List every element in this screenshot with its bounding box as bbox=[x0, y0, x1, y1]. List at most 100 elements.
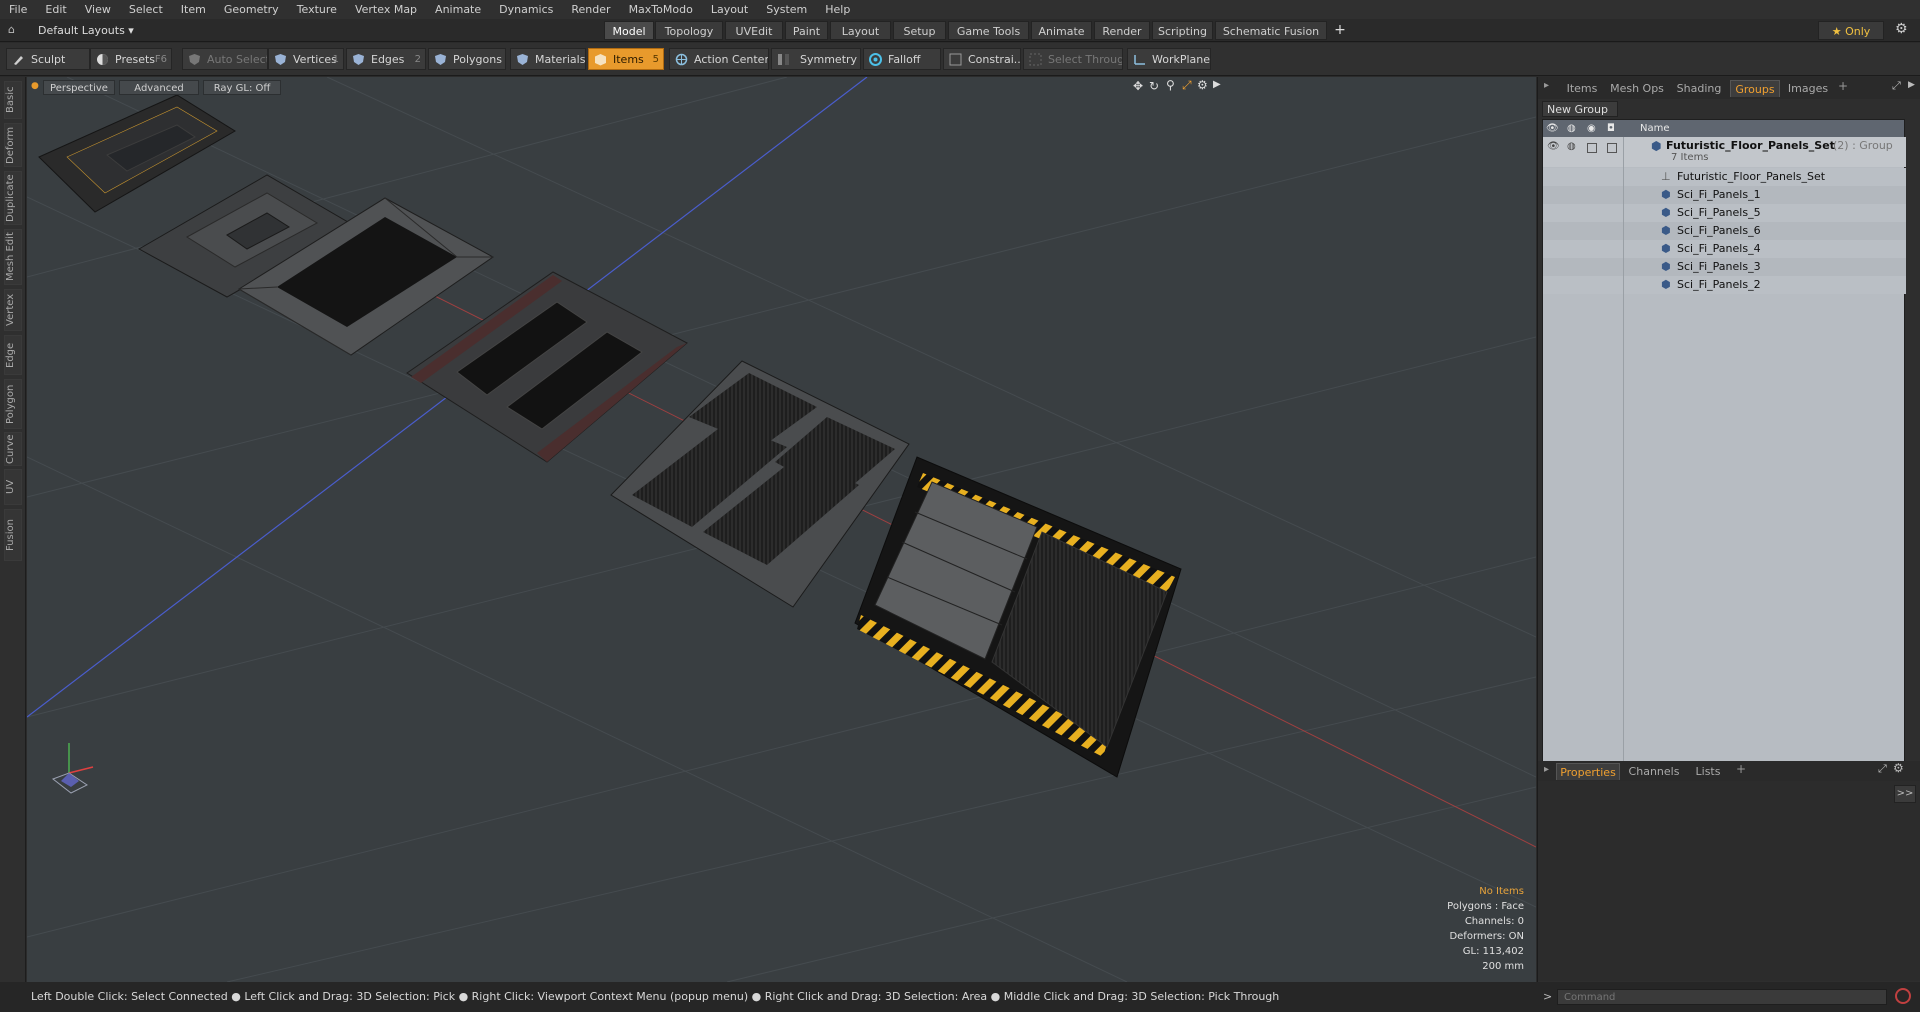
layout-tab-paint[interactable]: Paint bbox=[785, 21, 828, 40]
menu-help[interactable]: Help bbox=[816, 0, 859, 19]
bottom-panel-menu-icon[interactable]: ▸ bbox=[1544, 764, 1549, 775]
tab-lists[interactable]: Lists bbox=[1688, 763, 1728, 780]
group-render-icon[interactable]: ◍ bbox=[1567, 138, 1576, 156]
viewport-settings-icon[interactable]: ⚙ bbox=[1197, 78, 1208, 92]
menu-view[interactable]: View bbox=[76, 0, 120, 19]
list-item[interactable]: ⬢ Sci_Fi_Panels_1 bbox=[1543, 186, 1906, 204]
list-item[interactable]: ⬢ Sci_Fi_Panels_6 bbox=[1543, 222, 1906, 240]
zoom-icon[interactable]: ⚲ bbox=[1166, 78, 1175, 92]
home-icon[interactable]: ⌂ bbox=[8, 23, 15, 36]
layout-tab-setup[interactable]: Setup bbox=[893, 21, 946, 40]
list-header: 👁 ◍ ◉ ◘ Name bbox=[1543, 120, 1904, 137]
list-item[interactable]: ⬢ Sci_Fi_Panels_2 bbox=[1543, 276, 1906, 294]
left-tab-mesh-edit[interactable]: Mesh Edit bbox=[4, 229, 22, 285]
menu-geometry[interactable]: Geometry bbox=[215, 0, 288, 19]
perspective-button[interactable]: Perspective bbox=[43, 80, 115, 95]
layout-selector[interactable]: Default Layouts ▾ bbox=[30, 22, 142, 39]
menu-maxtomodo[interactable]: MaxToModo bbox=[620, 0, 702, 19]
layout-tab-topology[interactable]: Topology bbox=[655, 21, 723, 40]
settings-gear-icon[interactable]: ⚙ bbox=[1895, 21, 1908, 37]
workplane-button[interactable]: WorkPlane bbox=[1127, 48, 1211, 70]
status-bar: Left Double Click: Select Connected ● Le… bbox=[0, 982, 1537, 1012]
presets-button[interactable]: Presets F6 bbox=[90, 48, 172, 70]
falloff-button[interactable]: Falloff bbox=[863, 48, 941, 70]
symmetry-button[interactable]: Symmetry bbox=[771, 48, 861, 70]
polygons-button[interactable]: Polygons bbox=[428, 48, 506, 70]
tab-properties[interactable]: Properties bbox=[1556, 763, 1620, 780]
panel-menu-icon[interactable]: ▸ bbox=[1544, 80, 1549, 91]
auto-select-button[interactable]: Auto Select bbox=[182, 48, 268, 70]
left-tab-uv[interactable]: UV bbox=[4, 469, 22, 505]
left-tab-deform[interactable]: Deform bbox=[4, 123, 22, 167]
group-lock-box[interactable] bbox=[1587, 143, 1597, 153]
left-tab-polygon[interactable]: Polygon bbox=[4, 379, 22, 429]
group-visibility-icon[interactable]: 👁 bbox=[1547, 138, 1560, 156]
add-bottom-tab-icon[interactable]: + bbox=[1736, 762, 1746, 776]
materials-button[interactable]: Materials bbox=[510, 48, 586, 70]
menu-layout[interactable]: Layout bbox=[702, 0, 757, 19]
layout-tab-uvedit[interactable]: UVEdit bbox=[725, 21, 783, 40]
list-item[interactable]: ⬢ Sci_Fi_Panels_3 bbox=[1543, 258, 1906, 276]
layout-tab-schematic-fusion[interactable]: Schematic Fusion bbox=[1215, 21, 1327, 40]
list-item[interactable]: ⬢ Sci_Fi_Panels_5 bbox=[1543, 204, 1906, 222]
layout-tab-model[interactable]: Model bbox=[604, 21, 654, 40]
forward-button[interactable]: >> bbox=[1894, 785, 1916, 803]
command-input[interactable] bbox=[1557, 989, 1887, 1005]
vertices-button[interactable]: Vertices 1 bbox=[268, 48, 344, 70]
action-center-button[interactable]: Action Center bbox=[669, 48, 769, 70]
layout-tab-game-tools[interactable]: Game Tools bbox=[948, 21, 1029, 40]
group-select-box[interactable] bbox=[1607, 143, 1617, 153]
menu-system[interactable]: System bbox=[757, 0, 816, 19]
tab-channels[interactable]: Channels bbox=[1624, 763, 1684, 780]
add-tab-icon[interactable]: + bbox=[1838, 79, 1848, 93]
menu-vertex-map[interactable]: Vertex Map bbox=[346, 0, 426, 19]
menu-file[interactable]: File bbox=[0, 0, 36, 19]
left-tab-vertex[interactable]: Vertex bbox=[4, 289, 22, 331]
group-row[interactable]: 👁 ◍ ⬢ Futuristic_Floor_Panels_Set (2) : … bbox=[1543, 137, 1906, 167]
layout-tab-animate[interactable]: Animate bbox=[1031, 21, 1092, 40]
menu-texture[interactable]: Texture bbox=[288, 0, 346, 19]
raygl-button[interactable]: Ray GL: Off bbox=[203, 80, 281, 95]
bottom-expand-icon[interactable]: ⤢ bbox=[1878, 762, 1887, 776]
left-tab-fusion[interactable]: Fusion bbox=[4, 509, 22, 561]
command-record-icon[interactable] bbox=[1895, 988, 1911, 1004]
menu-dynamics[interactable]: Dynamics bbox=[490, 0, 562, 19]
pan-icon[interactable]: ✥ bbox=[1133, 79, 1143, 93]
menu-select[interactable]: Select bbox=[120, 0, 172, 19]
viewport-expand-icon[interactable]: ▶ bbox=[1213, 79, 1221, 90]
left-tab-duplicate[interactable]: Duplicate bbox=[4, 171, 22, 225]
left-tab-edge[interactable]: Edge bbox=[4, 335, 22, 375]
layout-tab-render[interactable]: Render bbox=[1094, 21, 1150, 40]
3d-viewport[interactable]: ● Perspective Advanced Ray GL: Off ✥ ↻ ⚲… bbox=[27, 77, 1536, 982]
constrain-button[interactable]: Constrai... bbox=[943, 48, 1021, 70]
list-item[interactable]: ⊥ Futuristic_Floor_Panels_Set bbox=[1543, 168, 1906, 186]
items-button[interactable]: Items 5 bbox=[588, 48, 664, 70]
new-group-button[interactable]: New Group bbox=[1542, 101, 1618, 117]
bottom-settings-icon[interactable]: ⚙ bbox=[1893, 761, 1904, 775]
tab-groups[interactable]: Groups bbox=[1730, 80, 1780, 97]
panel-arrow-icon[interactable]: ▶ bbox=[1908, 80, 1915, 90]
tab-shading[interactable]: Shading bbox=[1672, 80, 1726, 97]
menu-render[interactable]: Render bbox=[562, 0, 619, 19]
tab-items[interactable]: Items bbox=[1562, 80, 1602, 97]
add-layout-button[interactable]: + bbox=[1329, 21, 1351, 40]
select-through-button[interactable]: Select Through bbox=[1023, 48, 1123, 70]
tab-mesh-ops[interactable]: Mesh Ops bbox=[1606, 80, 1668, 97]
rotate-icon[interactable]: ↻ bbox=[1149, 79, 1159, 93]
only-button[interactable]: ★ Only bbox=[1818, 21, 1884, 40]
tab-images[interactable]: Images bbox=[1784, 80, 1832, 97]
fit-icon[interactable]: ⤢ bbox=[1182, 78, 1192, 93]
layout-tab-scripting[interactable]: Scripting bbox=[1152, 21, 1213, 40]
sculpt-button[interactable]: Sculpt bbox=[6, 48, 90, 70]
menu-animate[interactable]: Animate bbox=[426, 0, 490, 19]
layout-tab-layout[interactable]: Layout bbox=[830, 21, 891, 40]
list-item[interactable]: ⬢ Sci_Fi_Panels_4 bbox=[1543, 240, 1906, 258]
menu-edit[interactable]: Edit bbox=[36, 0, 75, 19]
left-tab-curve[interactable]: Curve bbox=[4, 432, 22, 466]
edges-button[interactable]: Edges 2 bbox=[346, 48, 426, 70]
viewport-menu-dot-icon[interactable]: ● bbox=[31, 81, 39, 91]
panel-expand-icon[interactable]: ⤢ bbox=[1892, 79, 1901, 93]
advanced-button[interactable]: Advanced bbox=[119, 80, 199, 95]
left-tab-basic[interactable]: Basic bbox=[4, 81, 22, 119]
menu-item[interactable]: Item bbox=[172, 0, 215, 19]
